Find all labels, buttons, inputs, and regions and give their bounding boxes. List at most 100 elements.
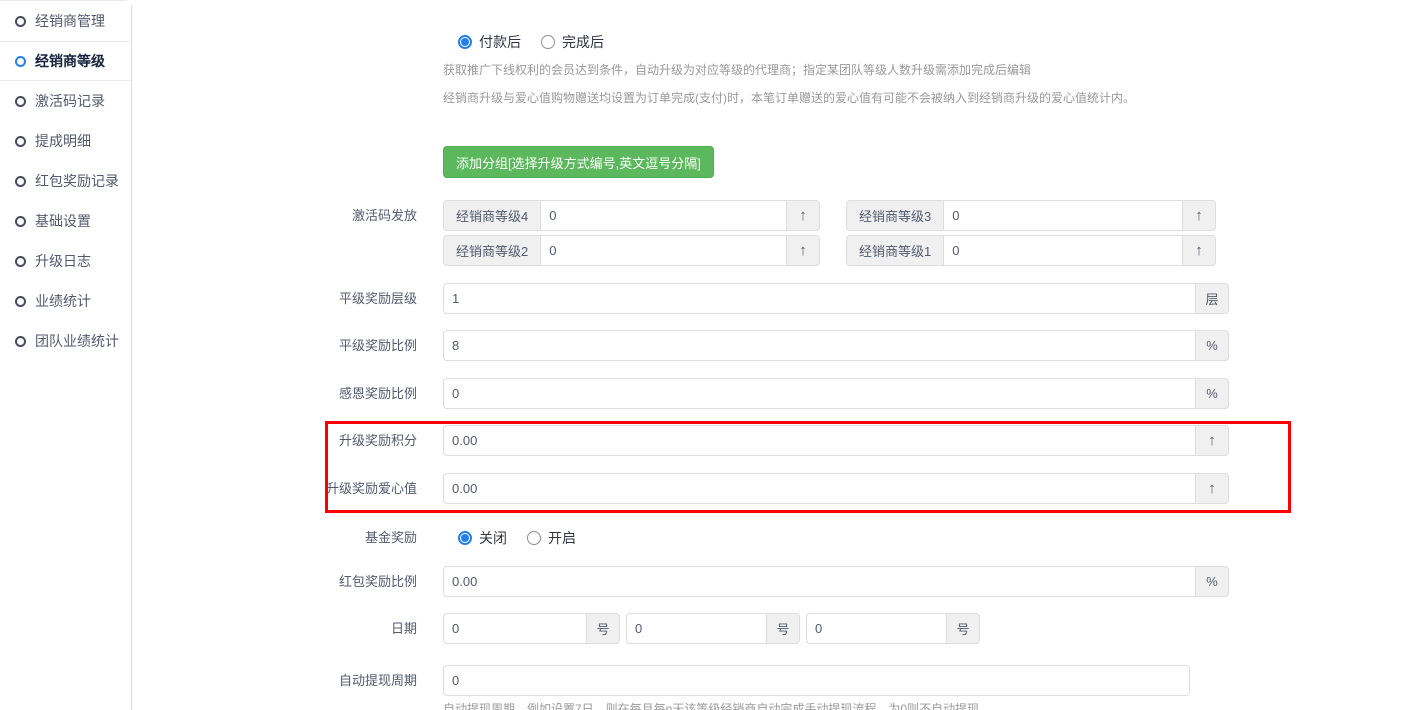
upgrade-points-input[interactable] <box>443 425 1196 456</box>
upgrade-help-line1: 获取推广下线权利的会员达到条件，自动升级为对应等级的代理商；指定某团队等级人数升… <box>443 61 1031 78</box>
peer-reward-level-input[interactable] <box>443 283 1196 314</box>
activation-level3-input[interactable] <box>943 200 1183 231</box>
sidebar-item-label: 提成明细 <box>35 131 91 151</box>
circle-icon <box>15 256 26 267</box>
upgrade-points-label: 升级奖励积分 <box>267 425 417 456</box>
date-label: 日期 <box>267 613 417 644</box>
percent-suffix-label: % <box>1195 330 1229 361</box>
sidebar-item-commission-details[interactable]: 提成明细 <box>0 121 131 161</box>
radio-label: 付款后 <box>479 32 521 52</box>
peer-reward-ratio-input[interactable] <box>443 330 1196 361</box>
circle-icon <box>15 176 26 187</box>
radio-unchecked-icon <box>527 531 541 545</box>
sidebar-item-label: 经销商管理 <box>35 11 105 31</box>
date-group-2: 号 <box>626 613 800 644</box>
sidebar-item-distributor-level[interactable]: 经销商等级 <box>0 41 131 81</box>
arrow-up-icon: ↑ <box>1195 208 1203 223</box>
day-suffix-label: 号 <box>586 613 620 644</box>
radio-unchecked-icon <box>541 35 555 49</box>
day-suffix-label: 号 <box>946 613 980 644</box>
unit-suffix-label: 层 <box>1195 283 1229 314</box>
arrow-up-icon: ↑ <box>1208 481 1216 496</box>
peer-reward-ratio-group: % <box>443 330 1229 361</box>
activation-level1-input[interactable] <box>943 235 1183 266</box>
date-input-2[interactable] <box>626 613 767 644</box>
gratitude-ratio-input[interactable] <box>443 378 1196 409</box>
sidebar: 经销商管理 经销商等级 激活码记录 提成明细 红包奖励记录 基础设置 升级日志 <box>0 0 132 710</box>
circle-icon <box>15 16 26 27</box>
radio-checked-icon <box>458 531 472 545</box>
radio-fund-off[interactable]: 关闭 <box>458 528 507 548</box>
sidebar-item-basic-settings[interactable]: 基础设置 <box>0 201 131 241</box>
auto-withdraw-group <box>443 665 1190 696</box>
sidebar-item-label: 经销商等级 <box>35 51 105 71</box>
red-packet-ratio-input[interactable] <box>443 566 1196 597</box>
upgrade-love-label: 升级奖励爱心值 <box>267 473 417 504</box>
activation-group-level2: 经销商等级2 ↑ <box>443 235 820 266</box>
percent-suffix-label: % <box>1195 566 1229 597</box>
arrow-up-button[interactable]: ↑ <box>1182 235 1216 266</box>
sidebar-item-activation-code-records[interactable]: 激活码记录 <box>0 81 131 121</box>
day-suffix-label: 号 <box>766 613 800 644</box>
sidebar-item-label: 基础设置 <box>35 211 91 231</box>
distributor-level-settings-page: 经销商管理 经销商等级 激活码记录 提成明细 红包奖励记录 基础设置 升级日志 <box>0 0 1422 710</box>
activation-level2-input[interactable] <box>540 235 787 266</box>
circle-icon <box>15 96 26 107</box>
gratitude-ratio-group: % <box>443 378 1229 409</box>
upgrade-love-input[interactable] <box>443 473 1196 504</box>
sidebar-item-upgrade-log[interactable]: 升级日志 <box>0 241 131 281</box>
date-input-1[interactable] <box>443 613 587 644</box>
arrow-up-icon: ↑ <box>799 208 807 223</box>
radio-after-completion[interactable]: 完成后 <box>541 32 604 52</box>
sidebar-item-team-performance-stats[interactable]: 团队业绩统计 <box>0 321 131 361</box>
arrow-up-button[interactable]: ↑ <box>786 200 820 231</box>
arrow-up-button[interactable]: ↑ <box>1195 473 1229 504</box>
activation-group-level3: 经销商等级3 ↑ <box>846 200 1216 231</box>
radio-fund-on[interactable]: 开启 <box>527 528 576 548</box>
auto-withdraw-label: 自动提现周期 <box>267 665 417 696</box>
fund-reward-label: 基金奖励 <box>267 522 417 553</box>
activation-codes-label: 激活码发放 <box>267 200 417 231</box>
upgrade-help-line2: 经销商升级与爱心值购物赠送均设置为订单完成(支付)时，本笔订单赠送的爱心值有可能… <box>443 89 1135 106</box>
circle-icon <box>15 336 26 347</box>
circle-icon <box>15 136 26 147</box>
arrow-up-button[interactable]: ↑ <box>786 235 820 266</box>
radio-checked-icon <box>458 35 472 49</box>
arrow-up-icon: ↑ <box>1195 243 1203 258</box>
arrow-up-button[interactable]: ↑ <box>1195 425 1229 456</box>
sidebar-item-label: 升级日志 <box>35 251 91 271</box>
date-input-3[interactable] <box>806 613 947 644</box>
peer-reward-level-label: 平级奖励层级 <box>267 283 417 314</box>
sidebar-item-label: 团队业绩统计 <box>35 331 119 351</box>
group-prepend-label: 经销商等级3 <box>846 200 944 231</box>
group-prepend-label: 经销商等级1 <box>846 235 944 266</box>
group-prepend-label: 经销商等级2 <box>443 235 541 266</box>
add-group-button[interactable]: 添加分组[选择升级方式编号,英文逗号分隔] <box>443 146 714 178</box>
upgrade-points-group: ↑ <box>443 425 1229 456</box>
arrow-up-button[interactable]: ↑ <box>1182 200 1216 231</box>
sidebar-item-label: 红包奖励记录 <box>35 171 119 191</box>
circle-icon <box>15 216 26 227</box>
arrow-up-icon: ↑ <box>799 243 807 258</box>
peer-reward-level-group: 层 <box>443 283 1229 314</box>
peer-reward-ratio-label: 平级奖励比例 <box>267 330 417 361</box>
sidebar-item-redpacket-reward-records[interactable]: 红包奖励记录 <box>0 161 131 201</box>
auto-withdraw-help: 自动提现周期，例如设置7日，则在每月每n天该等级经销商自动完成手动提现流程。为0… <box>443 700 979 710</box>
date-group-3: 号 <box>806 613 980 644</box>
arrow-up-icon: ↑ <box>1208 433 1216 448</box>
circle-icon <box>15 296 26 307</box>
activation-group-level1: 经销商等级1 ↑ <box>846 235 1216 266</box>
upgrade-timing-radio-group: 付款后 完成后 <box>458 34 624 50</box>
red-packet-ratio-group: % <box>443 566 1229 597</box>
activation-group-level4: 经销商等级4 ↑ <box>443 200 820 231</box>
upgrade-love-group: ↑ <box>443 473 1229 504</box>
activation-level4-input[interactable] <box>540 200 787 231</box>
sidebar-item-distributor-management[interactable]: 经销商管理 <box>0 1 131 41</box>
radio-after-payment[interactable]: 付款后 <box>458 32 521 52</box>
sidebar-item-performance-stats[interactable]: 业绩统计 <box>0 281 131 321</box>
auto-withdraw-input[interactable] <box>443 665 1190 696</box>
radio-label: 开启 <box>548 528 576 548</box>
gratitude-ratio-label: 感恩奖励比例 <box>267 378 417 409</box>
sidebar-item-label: 激活码记录 <box>35 91 105 111</box>
group-prepend-label: 经销商等级4 <box>443 200 541 231</box>
